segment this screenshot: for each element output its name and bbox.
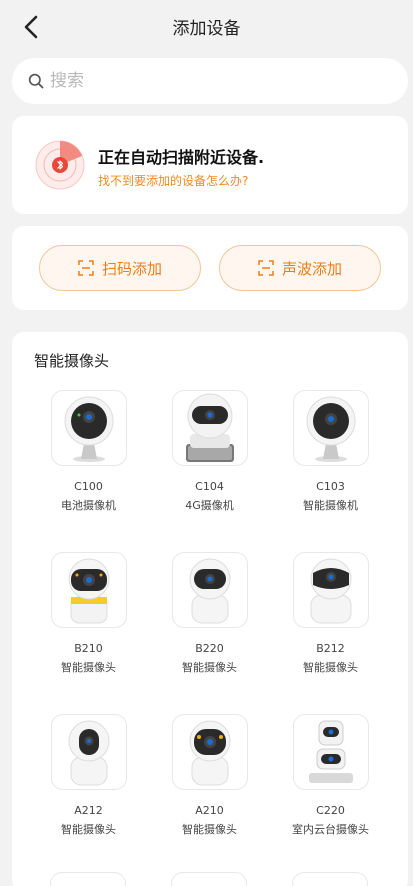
device-model: A210 [195,804,224,817]
scan-status-text: 正在自动扫描附近设备. [98,148,265,167]
qr-scan-icon [78,260,94,276]
add-method-card: 扫码添加 声波添加 [12,226,408,310]
scan-qr-add-button[interactable]: 扫码添加 [39,245,201,291]
camera-image [292,552,369,628]
device-item-partial[interactable] [50,872,126,886]
device-description: 4G摄像机 [185,499,234,512]
sound-wave-add-button[interactable]: 声波添加 [219,245,381,291]
camera-image [50,714,127,790]
search-icon [28,73,44,89]
device-item[interactable]: C103 智能摄像机 [270,390,391,534]
device-description: 智能摄像头 [61,661,116,674]
device-item[interactable]: A212 智能摄像头 [28,714,149,858]
search-bar[interactable] [12,58,408,104]
device-item[interactable]: C220 室内云台摄像头 [270,714,391,858]
device-model: C104 [195,480,224,493]
device-model: B220 [195,642,224,655]
scan-qr-add-label: 扫码添加 [101,259,162,278]
device-item[interactable]: C104 4G摄像机 [149,390,270,534]
page-title: 添加设备 [172,19,241,39]
device-item[interactable]: C100 电池摄像机 [28,390,149,534]
device-model: C220 [316,804,345,817]
device-item[interactable]: B210 智能摄像头 [28,552,149,696]
device-model: A212 [74,804,103,817]
bluetooth-scan-icon [34,139,86,191]
device-description: 电池摄像机 [61,499,116,512]
header: 添加设备 [0,0,413,52]
device-model: B210 [74,642,103,655]
device-item[interactable]: B212 智能摄像头 [270,552,391,696]
device-description: 智能摄像头 [303,661,358,674]
device-model: C103 [316,480,345,493]
device-description: 智能摄像机 [303,499,358,512]
device-item[interactable]: B220 智能摄像头 [149,552,270,696]
device-description: 智能摄像头 [182,661,237,674]
camera-image [171,390,248,466]
device-list-card: 智能摄像头 C100 电池摄像机 C104 4G摄像机 C103 智能摄像机 B… [12,332,408,886]
camera-image [171,552,248,628]
search-input[interactable] [50,71,370,91]
device-item-partial[interactable] [171,872,247,886]
camera-image [171,714,248,790]
camera-image [292,390,369,466]
device-description: 智能摄像头 [61,823,116,836]
device-item[interactable]: A210 智能摄像头 [149,714,270,858]
device-item-partial[interactable] [292,872,368,886]
camera-image [50,552,127,628]
camera-image [292,714,369,790]
sound-wave-icon [258,260,274,276]
device-model: C100 [74,480,103,493]
scan-help-link[interactable]: 找不到要添加的设备怎么办? [98,172,248,189]
sound-wave-add-label: 声波添加 [281,259,342,278]
device-description: 智能摄像头 [182,823,237,836]
device-description: 室内云台摄像头 [292,823,369,836]
camera-image [50,390,127,466]
device-grid: C100 电池摄像机 C104 4G摄像机 C103 智能摄像机 B210 智能… [12,390,408,858]
section-title: 智能摄像头 [34,352,110,370]
scan-card: 正在自动扫描附近设备. 找不到要添加的设备怎么办? [12,116,408,214]
device-model: B212 [316,642,345,655]
